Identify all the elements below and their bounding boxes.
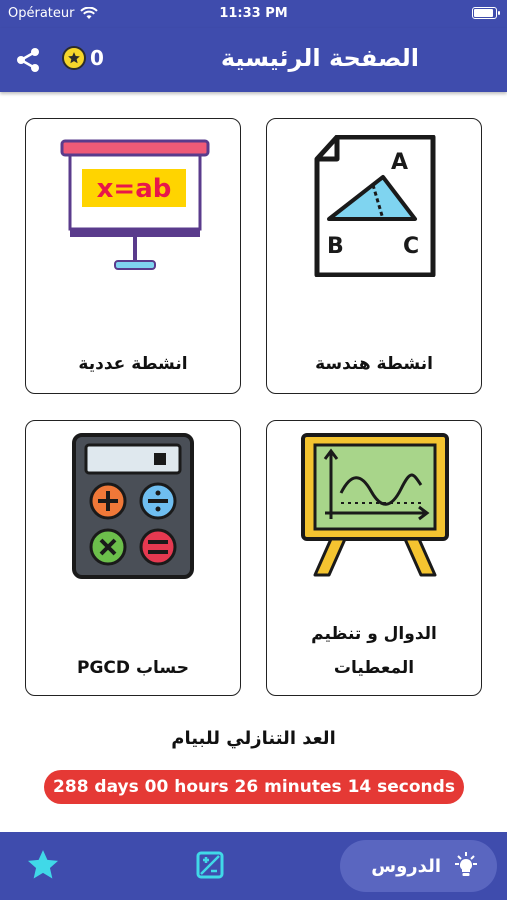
points-counter: 0 <box>62 46 104 70</box>
card-label-line1: الدوال و تنظيم <box>311 624 437 644</box>
function-graph-board-icon <box>301 433 449 577</box>
card-geometry-activities[interactable]: A B C انشطة هندسة <box>266 118 482 394</box>
card-label-line2: المعطيات <box>333 658 415 678</box>
card-label: انشطة عددية <box>78 354 188 374</box>
card-pgcd[interactable]: حساب PGCD <box>25 420 241 696</box>
bottom-tab-bar: الدروس <box>0 832 507 900</box>
card-numeric-activities[interactable]: x=ab انشطة عددية <box>25 118 241 394</box>
clock: 11:33 PM <box>219 6 288 21</box>
calculator-icon <box>72 433 194 579</box>
tab-favorites-star-icon[interactable] <box>26 848 60 882</box>
share-icon[interactable] <box>14 46 42 74</box>
battery-icon <box>472 7 500 19</box>
triangle-abc-icon: A B C <box>314 135 436 277</box>
tab-lessons-label: الدروس <box>371 855 441 877</box>
card-label: حساب PGCD <box>77 658 189 678</box>
lightbulb-icon <box>455 852 477 876</box>
tab-lessons[interactable]: الدروس <box>340 840 497 892</box>
points-value: 0 <box>90 46 104 70</box>
vertex-c-label: C <box>403 234 419 259</box>
app-header: 0 الصفحة الرئيسية <box>0 28 507 92</box>
countdown-title: العد التنازلي للبيام <box>171 728 336 749</box>
star-badge-icon <box>62 46 86 70</box>
projector-equation-icon: x=ab <box>60 139 210 270</box>
card-label: انشطة هندسة <box>315 354 433 374</box>
vertex-b-label: B <box>327 234 344 259</box>
card-functions-data[interactable]: الدوال و تنظيم المعطيات <box>266 420 482 696</box>
tab-exercises-icon[interactable] <box>195 850 225 880</box>
status-bar: Opérateur 11:33 PM <box>0 0 507 28</box>
page-title: الصفحة الرئيسية <box>220 44 419 72</box>
equation-text: x=ab <box>97 174 172 204</box>
countdown-timer: 288 days 00 hours 26 minutes 14 seconds <box>44 770 464 804</box>
vertex-a-label: A <box>391 150 408 175</box>
